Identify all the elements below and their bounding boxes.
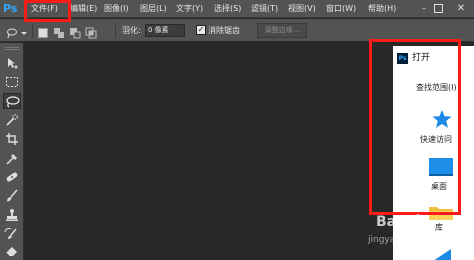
brush-tool-icon[interactable] — [3, 188, 21, 204]
dialog-highlight — [369, 39, 461, 215]
menu-layer[interactable]: 图层(L) — [140, 0, 167, 18]
eraser-tool-icon[interactable] — [3, 242, 21, 258]
crop-tool-icon[interactable] — [3, 131, 21, 147]
eyedropper-tool-icon[interactable] — [3, 150, 21, 166]
lasso-tool-icon[interactable] — [3, 93, 21, 109]
feather-label: 羽化: — [122, 26, 141, 35]
marquee-tool-icon[interactable] — [3, 74, 21, 90]
photoshop-logo: Ps — [3, 2, 18, 15]
file-menu-highlight — [24, 0, 71, 22]
panel-grip[interactable] — [5, 47, 19, 50]
menu-bar: Ps 文件(F) 编辑(E) 图像(I) 图层(L) 文字(Y) 选择(S) 滤… — [0, 0, 474, 18]
baidu-watermark-logo: Bai — [376, 214, 401, 230]
divider — [32, 23, 33, 38]
clone-stamp-tool-icon[interactable] — [3, 207, 21, 223]
divider — [115, 23, 116, 38]
menu-type[interactable]: 文字(Y) — [176, 0, 203, 18]
intersect-selection-icon[interactable] — [85, 24, 97, 39]
antialias-label: 消除锯齿 — [208, 26, 240, 35]
menu-filter[interactable]: 滤镜(T) — [251, 0, 278, 18]
menu-select[interactable]: 选择(S) — [214, 0, 241, 18]
menu-view[interactable]: 视图(V) — [288, 0, 316, 18]
new-selection-icon[interactable] — [37, 24, 49, 38]
spot-healing-tool-icon[interactable] — [3, 169, 21, 185]
subtract-selection-icon[interactable] — [69, 24, 81, 39]
menu-help[interactable]: 帮助(H) — [368, 0, 396, 18]
refine-edge-button[interactable]: 调整边缘... — [257, 23, 307, 38]
watermark-url: jingyan.baidu.com — [368, 235, 452, 245]
lasso-preset-icon[interactable] — [6, 24, 18, 39]
menu-image[interactable]: 图像(I) — [104, 0, 129, 18]
restore-button[interactable] — [434, 4, 443, 13]
menu-window[interactable]: 窗口(W) — [326, 0, 356, 18]
library-label[interactable]: 库 — [435, 222, 443, 233]
antialias-checkbox[interactable]: ✓ — [196, 25, 206, 35]
menu-edit[interactable]: 编辑(E) — [70, 0, 97, 18]
tools-panel — [0, 43, 24, 260]
network-icon[interactable] — [431, 246, 453, 260]
close-button[interactable]: ✕ — [452, 0, 470, 18]
history-brush-tool-icon[interactable] — [3, 226, 21, 242]
feather-input[interactable]: 0 像素 — [145, 24, 185, 37]
quick-selection-tool-icon[interactable] — [3, 112, 21, 128]
minimize-button[interactable]: – — [416, 0, 432, 18]
add-selection-icon[interactable] — [53, 24, 65, 38]
move-tool-icon[interactable] — [3, 55, 21, 71]
paw-icon — [407, 212, 427, 232]
chevron-down-icon[interactable] — [20, 24, 28, 36]
